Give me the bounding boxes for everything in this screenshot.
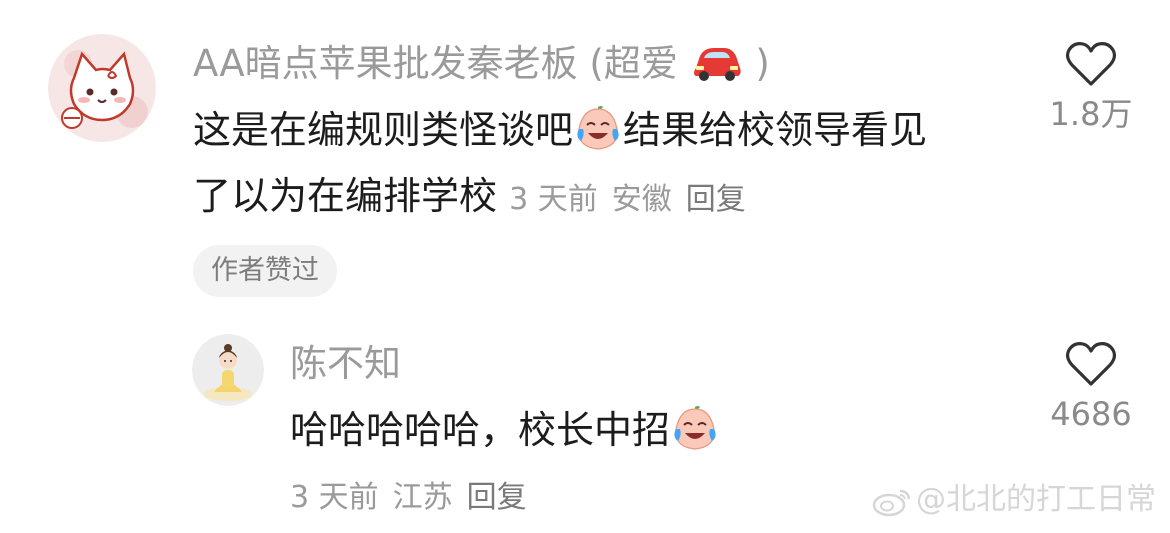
reply-like-count: 4686	[1050, 395, 1132, 433]
replier-avatar[interactable]	[192, 334, 264, 406]
comment-body-line2: 了以为在编排学校 3 天前 安徽 回复	[193, 164, 760, 232]
comment-text-line2: 了以为在编排学校	[193, 174, 498, 218]
reply-text: 哈哈哈哈哈，校长中招	[290, 408, 671, 452]
red-car-emoji	[693, 48, 741, 81]
reply-meta: 3 天前 江苏 回复	[290, 478, 541, 518]
username-text-end: )	[755, 42, 770, 85]
commenter-username[interactable]: AA暗点苹果批发秦老板 (超爱 )	[193, 42, 770, 86]
comment-body: 这是在编规则类怪谈吧 结果给校领导看见	[193, 98, 927, 162]
reply-body: 哈哈哈哈哈，校长中招	[290, 398, 720, 462]
watermark: @北北的打工日常	[872, 481, 1156, 519]
heart-icon	[1065, 342, 1117, 386]
reply-time: 3 天前	[290, 480, 379, 515]
author-liked-badge: 作者赞过	[193, 245, 337, 297]
comment-text-part1: 这是在编规则类怪谈吧	[193, 108, 574, 152]
reply-like-button[interactable]: 4686	[1036, 340, 1146, 434]
reply-location: 江苏	[392, 480, 453, 515]
comment-location: 安徽	[611, 182, 672, 217]
heart-icon	[1065, 42, 1117, 86]
weibo-logo-icon	[872, 489, 911, 517]
username-text: AA暗点苹果批发秦老板 (超爱	[193, 42, 678, 85]
replier-username[interactable]: 陈不知	[290, 342, 401, 386]
comment-like-button[interactable]: 1.8万	[1036, 40, 1146, 134]
comment-text-part2: 结果给校领导看见	[623, 108, 928, 152]
cat-avatar-icon	[48, 34, 156, 142]
comment-time: 3 天前	[509, 182, 598, 217]
laughing-tears-emoji	[674, 406, 716, 450]
commenter-avatar[interactable]	[48, 34, 156, 142]
comment-meta: 3 天前 安徽 回复	[509, 182, 760, 217]
reply-reply-button[interactable]: 回复	[467, 480, 527, 515]
comment-reply-button[interactable]: 回复	[686, 182, 746, 217]
watermark-text: @北北的打工日常	[916, 482, 1156, 517]
meditating-figure-avatar-icon	[192, 334, 264, 406]
comment-like-count: 1.8万	[1049, 95, 1133, 133]
laughing-tears-emoji	[577, 106, 619, 150]
comment-thread: AA暗点苹果批发秦老板 (超爱 ) 这是在编规则类怪谈吧 结果给校领导看见 了以…	[0, 0, 1170, 533]
